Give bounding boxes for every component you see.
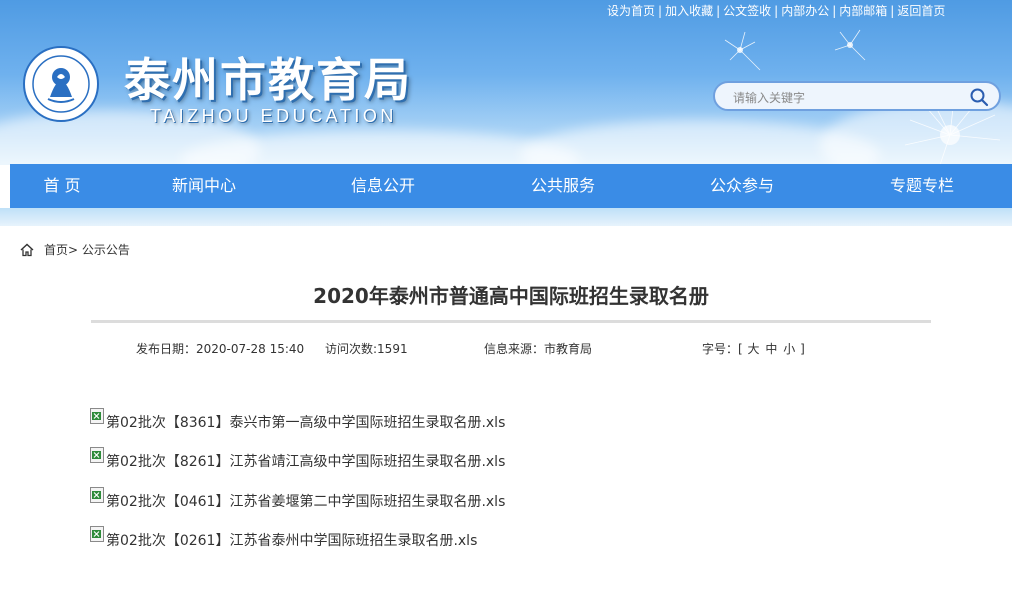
set-homepage-link[interactable]: 设为首页: [607, 4, 655, 18]
excel-file-icon: [90, 447, 104, 463]
top-links: 设为首页 | 加入收藏 | 公文签收 | 内部办公 | 内部邮箱 | 返回首页: [607, 2, 945, 19]
title-divider: [91, 320, 931, 323]
nav-item-special-topics[interactable]: 专题专栏: [868, 164, 976, 208]
breadcrumb-home-link[interactable]: 首页: [44, 243, 68, 257]
visit-count: 访问次数:1591: [325, 340, 408, 357]
visit-count-label: 访问次数:: [325, 342, 378, 356]
font-size-medium-button[interactable]: 中: [765, 342, 777, 356]
info-source-label: 信息来源：: [484, 342, 545, 356]
separator: |: [832, 4, 837, 18]
search-box: [713, 81, 1001, 111]
font-size-bracket-open: [: [738, 342, 743, 356]
font-size-large-button[interactable]: 大: [748, 342, 760, 356]
separator: |: [658, 4, 663, 18]
excel-file-icon: [90, 408, 104, 424]
nav-item-news[interactable]: 新闻中心: [150, 164, 258, 208]
main-navigation: 首 页 新闻中心 信息公开 公共服务 公众参与 专题专栏: [10, 164, 1012, 208]
site-header: 设为首页 | 加入收藏 | 公文签收 | 内部办公 | 内部邮箱 | 返回首页 泰州市教育局 TAI…: [0, 0, 1012, 165]
publish-date-value: 2020-07-28 15:40: [196, 342, 305, 356]
nav-item-public-service[interactable]: 公共服务: [509, 164, 617, 208]
font-size-bracket-close: ]: [800, 342, 805, 356]
font-size-label: 字号：: [702, 342, 739, 356]
nav-item-home[interactable]: 首 页: [10, 164, 114, 208]
site-name: 泰州市教育局: [124, 53, 412, 107]
nav-item-info-disclosure[interactable]: 信息公开: [329, 164, 437, 208]
article-title: 2020年泰州市普通高中国际班招生录取名册: [313, 284, 709, 308]
internal-office-link[interactable]: 内部办公: [781, 4, 829, 18]
search-icon[interactable]: [969, 87, 989, 107]
home-icon: [20, 243, 34, 257]
search-input[interactable]: [731, 87, 965, 109]
attachment-name[interactable]: 第02批次【8361】泰兴市第一高级中学国际班招生录取名册.xls: [106, 412, 505, 432]
breadcrumb: 首页> 公示公告: [44, 241, 130, 258]
add-favorite-link[interactable]: 加入收藏: [665, 4, 713, 18]
attachment-name[interactable]: 第02批次【0461】江苏省姜堰第二中学国际班招生录取名册.xls: [106, 491, 505, 511]
info-source-value: 市教育局: [544, 342, 593, 356]
nav-shadow-strip: [0, 208, 1012, 226]
attachment-name[interactable]: 第02批次【8261】江苏省靖江高级中学国际班招生录取名册.xls: [106, 451, 505, 471]
excel-file-icon: [90, 487, 104, 503]
internal-mail-link[interactable]: 内部邮箱: [839, 4, 887, 18]
separator: |: [890, 4, 895, 18]
breadcrumb-separator: >: [68, 243, 79, 257]
document-signin-link[interactable]: 公文签收: [723, 4, 771, 18]
visit-count-value: 1591: [377, 342, 408, 356]
excel-file-icon: [90, 526, 104, 542]
publish-date-label: 发布日期：: [136, 342, 197, 356]
return-homepage-link[interactable]: 返回首页: [897, 4, 945, 18]
font-size-control: 字号：[ 大 中 小 ]: [702, 340, 805, 357]
education-bureau-logo[interactable]: [22, 45, 100, 123]
nav-item-public-participation[interactable]: 公众参与: [688, 164, 796, 208]
info-source: 信息来源：市教育局: [484, 340, 592, 357]
separator: |: [774, 4, 779, 18]
publish-date: 发布日期：2020-07-28 15:40: [136, 340, 304, 357]
site-name-english: TAIZHOU EDUCATION: [150, 106, 397, 126]
font-size-small-button[interactable]: 小: [783, 342, 795, 356]
separator: |: [716, 4, 721, 18]
content-panel: 首页> 公示公告 2020年泰州市普通高中国际班招生录取名册 发布日期：2020…: [10, 226, 1012, 590]
attachment-name[interactable]: 第02批次【0261】江苏省泰州中学国际班招生录取名册.xls: [106, 530, 477, 550]
breadcrumb-current-link[interactable]: 公示公告: [82, 243, 130, 257]
